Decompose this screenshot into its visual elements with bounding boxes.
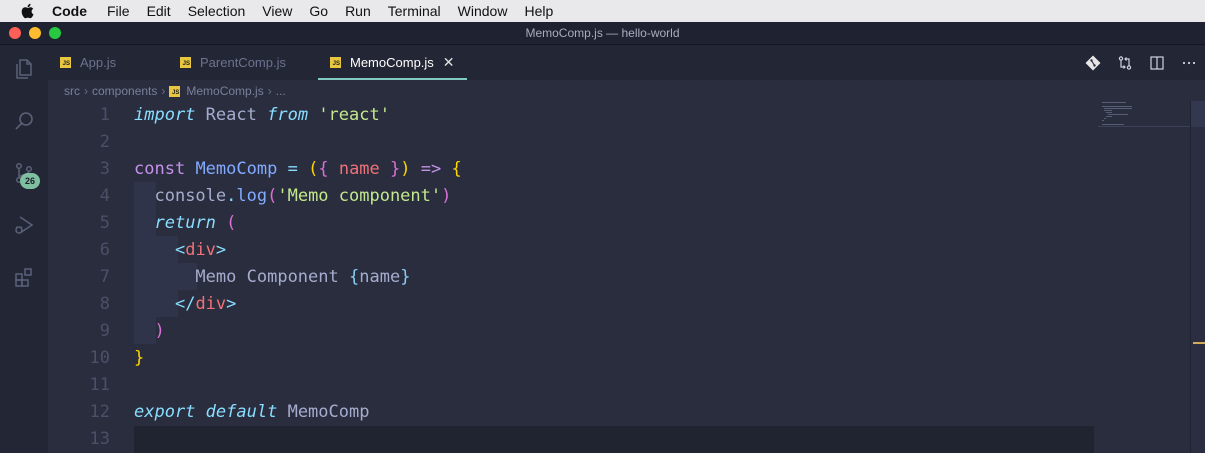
code-line: Memo Component {name} bbox=[195, 267, 411, 287]
tab-label: ParentComp.js bbox=[200, 55, 286, 70]
line-number: 4 bbox=[99, 186, 110, 206]
current-line-highlight bbox=[134, 426, 1094, 453]
traffic-lights bbox=[9, 27, 61, 39]
code-line: return ( bbox=[154, 213, 237, 233]
code-line: import React from 'react' bbox=[134, 105, 390, 125]
code-line: const MemoComp = ({ name }) => { bbox=[134, 159, 462, 179]
code-line: } bbox=[134, 348, 145, 368]
code-line: console.log('Memo component') bbox=[154, 186, 452, 206]
more-actions-icon[interactable] bbox=[1173, 45, 1205, 80]
window-titlebar: MemoComp.js — hello-world bbox=[0, 22, 1205, 45]
tab-parentcomp-js[interactable]: JS ParentComp.js bbox=[180, 45, 286, 80]
line-number: 7 bbox=[99, 267, 110, 287]
chevron-right-icon: › bbox=[161, 84, 166, 98]
search-icon[interactable] bbox=[10, 107, 38, 135]
compare-changes-icon[interactable] bbox=[1109, 45, 1141, 80]
explorer-icon[interactable] bbox=[10, 55, 38, 83]
minimap[interactable] bbox=[1098, 101, 1190, 131]
breadcrumb-symbol[interactable]: ... bbox=[276, 84, 286, 98]
line-number: 3 bbox=[99, 159, 110, 179]
tab-label: App.js bbox=[80, 55, 117, 70]
menu-view[interactable]: View bbox=[262, 3, 292, 19]
chevron-right-icon: › bbox=[267, 84, 272, 98]
line-number: 2 bbox=[99, 132, 110, 152]
line-number: 13 bbox=[89, 429, 110, 449]
git-open-changes-icon[interactable] bbox=[1077, 45, 1109, 80]
menu-go[interactable]: Go bbox=[309, 3, 328, 19]
line-number: 10 bbox=[89, 348, 110, 368]
close-window-button[interactable] bbox=[9, 27, 21, 39]
js-file-icon: JS bbox=[169, 85, 181, 97]
breadcrumb: src › components › JS MemoComp.js › ... bbox=[64, 83, 286, 99]
menu-selection[interactable]: Selection bbox=[188, 3, 246, 19]
line-number: 1 bbox=[99, 105, 110, 125]
scrollbar-thumb[interactable] bbox=[1191, 101, 1205, 127]
window-title: MemoComp.js — hello-world bbox=[525, 26, 680, 40]
code-line: ) bbox=[154, 321, 165, 341]
apple-icon[interactable] bbox=[20, 2, 38, 20]
menu-run[interactable]: Run bbox=[345, 3, 371, 19]
line-number: 6 bbox=[99, 240, 110, 260]
line-number: 11 bbox=[89, 375, 110, 395]
menu-edit[interactable]: Edit bbox=[147, 3, 171, 19]
vertical-scrollbar[interactable] bbox=[1190, 101, 1205, 453]
line-number: 8 bbox=[99, 294, 110, 314]
line-number: 5 bbox=[99, 213, 110, 233]
menu-file[interactable]: File bbox=[107, 3, 130, 19]
editor-actions bbox=[1077, 45, 1205, 80]
minimize-window-button[interactable] bbox=[29, 27, 41, 39]
code-line: <div> bbox=[174, 240, 227, 260]
menu-app-name[interactable]: Code bbox=[52, 3, 87, 19]
zoom-window-button[interactable] bbox=[49, 27, 61, 39]
source-control-badge: 26 bbox=[20, 173, 40, 189]
scrollbar-marker bbox=[1193, 342, 1205, 344]
breadcrumb-components[interactable]: components bbox=[92, 84, 157, 98]
run-debug-icon[interactable] bbox=[10, 211, 38, 239]
tab-app-js[interactable]: JS App.js bbox=[60, 45, 116, 80]
code-line: export default MemoComp bbox=[134, 402, 370, 422]
line-number: 9 bbox=[99, 321, 110, 341]
line-number: 12 bbox=[89, 402, 110, 422]
active-tab-indicator bbox=[318, 78, 467, 80]
js-file-icon: JS bbox=[330, 57, 341, 68]
tab-label: MemoComp.js bbox=[350, 55, 434, 70]
extensions-icon[interactable] bbox=[10, 263, 38, 291]
js-file-icon: JS bbox=[60, 57, 71, 68]
breadcrumb-src[interactable]: src bbox=[64, 84, 80, 98]
activity-bar: 26 bbox=[0, 45, 48, 453]
menu-help[interactable]: Help bbox=[524, 3, 553, 19]
menu-terminal[interactable]: Terminal bbox=[388, 3, 441, 19]
tab-memocomp-js[interactable]: JS MemoComp.js ✕ bbox=[318, 45, 467, 80]
close-tab-icon[interactable]: ✕ bbox=[443, 54, 455, 71]
chevron-right-icon: › bbox=[84, 84, 88, 98]
code-line: </div> bbox=[174, 294, 237, 314]
js-file-icon: JS bbox=[180, 57, 191, 68]
menu-window[interactable]: Window bbox=[458, 3, 508, 19]
macos-menubar: Code File Edit Selection View Go Run Ter… bbox=[0, 0, 1205, 22]
code-editor[interactable]: 1 2 3 4 5 6 7 8 9 10 11 12 13 import Rea… bbox=[48, 101, 1190, 453]
editor-tab-bar: JS App.js JS ParentComp.js JS MemoComp.j… bbox=[48, 45, 1205, 80]
breadcrumb-file[interactable]: MemoComp.js bbox=[186, 84, 263, 98]
split-editor-icon[interactable] bbox=[1141, 45, 1173, 80]
